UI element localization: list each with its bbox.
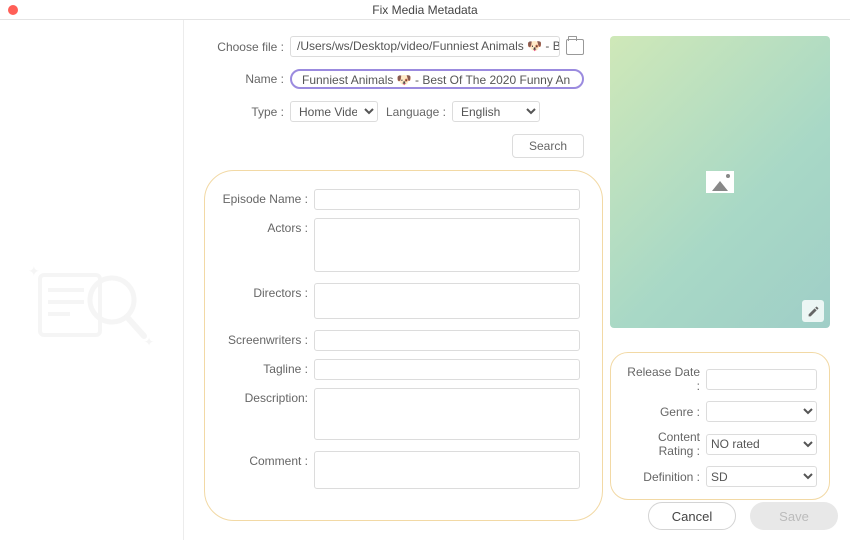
titlebar: Fix Media Metadata — [0, 0, 850, 20]
language-select[interactable]: English — [452, 101, 540, 122]
tagline-input[interactable] — [314, 359, 580, 380]
search-button[interactable]: Search — [512, 134, 584, 158]
actors-label: Actors : — [219, 218, 314, 235]
svg-text:✦: ✦ — [144, 335, 154, 349]
description-label: Description: — [219, 388, 314, 405]
comment-input[interactable] — [314, 451, 580, 489]
name-input[interactable]: Funniest Animals 🐶 - Best Of The 2020 Fu… — [290, 69, 584, 89]
sidebar-illustration: ✦ ✦ — [20, 250, 160, 360]
definition-select[interactable]: SD — [706, 466, 817, 487]
type-select[interactable]: Home Vide… — [290, 101, 378, 122]
genre-label: Genre : — [623, 405, 706, 419]
main-panel: Choose file : /Users/ws/Desktop/video/Fu… — [184, 20, 850, 540]
save-button: Save — [750, 502, 838, 530]
directors-input[interactable] — [314, 283, 580, 319]
comment-label: Comment : — [219, 451, 314, 468]
sidebar: ✦ ✦ — [0, 20, 184, 540]
release-date-label: Release Date : — [623, 365, 706, 393]
choose-file-row: Choose file : /Users/ws/Desktop/video/Fu… — [204, 36, 584, 57]
name-row: Name : Funniest Animals 🐶 - Best Of The … — [204, 69, 584, 89]
screenwriters-label: Screenwriters : — [219, 330, 314, 347]
screenwriters-input[interactable] — [314, 330, 580, 351]
edit-icon — [807, 305, 820, 318]
image-placeholder-icon — [706, 171, 734, 193]
file-path-display: /Users/ws/Desktop/video/Funniest Animals… — [290, 36, 560, 57]
genre-select[interactable] — [706, 401, 817, 422]
type-language-row: Type : Home Vide… Language : English — [204, 101, 584, 122]
content-rating-select[interactable]: NO rated — [706, 434, 817, 455]
episode-name-label: Episode Name : — [219, 189, 314, 206]
choose-file-label: Choose file : — [204, 40, 290, 54]
release-date-input[interactable] — [706, 369, 817, 390]
content: ✦ ✦ Choose file : /Users/ws/Desktop/vide… — [0, 20, 850, 540]
edit-poster-button[interactable] — [802, 300, 824, 322]
episode-name-input[interactable] — [314, 189, 580, 210]
tagline-label: Tagline : — [219, 359, 314, 376]
close-window-button[interactable] — [8, 5, 18, 15]
folder-icon[interactable] — [566, 39, 584, 55]
definition-label: Definition : — [623, 470, 706, 484]
name-label: Name : — [204, 72, 290, 86]
meta-panel: Release Date : Genre : Content Rating :N… — [610, 352, 830, 500]
svg-text:✦: ✦ — [28, 263, 40, 279]
details-panel: Episode Name : Actors : Directors : Scre… — [204, 170, 603, 521]
type-label: Type : — [204, 105, 290, 119]
directors-label: Directors : — [219, 283, 314, 300]
actors-input[interactable] — [314, 218, 580, 272]
right-column: Release Date : Genre : Content Rating :N… — [610, 36, 830, 500]
poster-preview — [610, 36, 830, 328]
content-rating-label: Content Rating : — [623, 430, 706, 458]
footer: Cancel Save — [648, 502, 838, 530]
window-title: Fix Media Metadata — [0, 3, 850, 17]
description-input[interactable] — [314, 388, 580, 440]
language-label: Language : — [378, 105, 452, 119]
cancel-button[interactable]: Cancel — [648, 502, 736, 530]
